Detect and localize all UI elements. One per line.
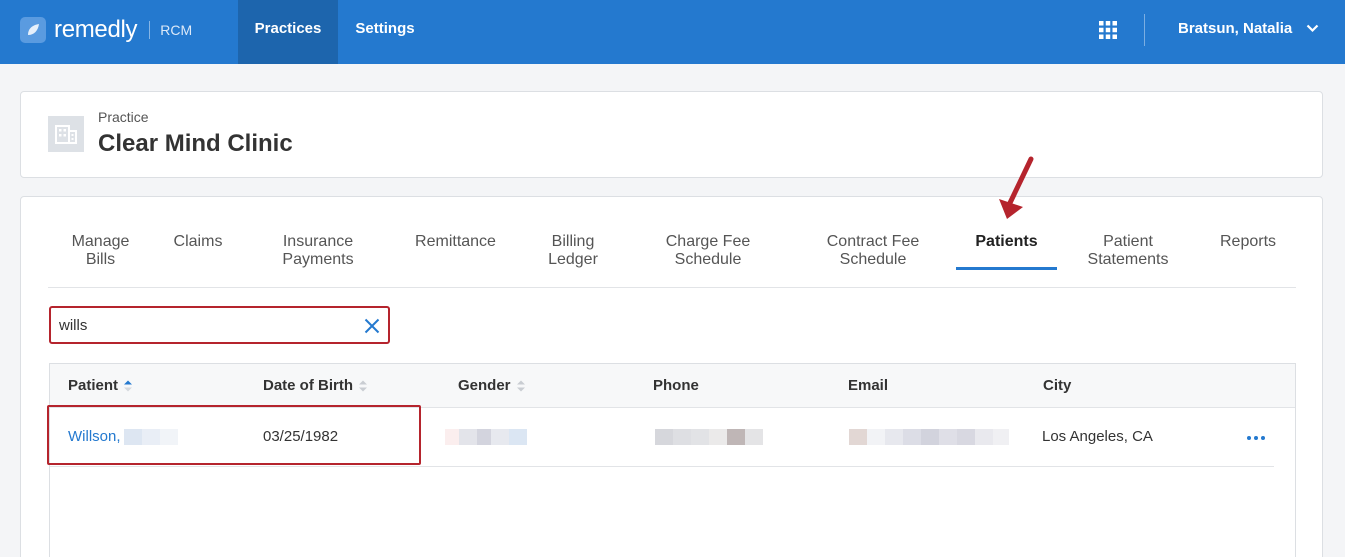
column-header-gender[interactable]: Gender [458,377,526,394]
logo-divider [149,21,151,39]
sort-asc-icon [124,380,133,391]
logo[interactable]: remedly RCM [20,16,192,44]
tab-manage-bills[interactable]: Manage Bills [48,233,153,269]
active-tab-indicator [956,267,1057,270]
practice-header-card: Practice Clear Mind Clinic [20,91,1323,178]
nav-practices[interactable]: Practices [238,0,338,64]
logo-subtitle: RCM [160,22,193,38]
column-header-email: Email [848,377,889,394]
patient-search-input[interactable] [59,315,349,335]
tab-billing-ledger[interactable]: Billing Ledger [538,233,608,269]
patient-name-link[interactable]: Willson, [68,428,121,445]
user-menu[interactable]: Bratsun, Natalia [1178,20,1319,37]
patient-search-box[interactable] [49,306,390,344]
logo-text: remedly [54,16,138,43]
top-navbar: remedly RCM Practices Settings Bratsun, … [0,0,1345,64]
practice-label: Practice [98,109,149,125]
tab-bar: Manage Bills Claims Insurance Payments R… [48,197,1296,288]
sort-icon [516,380,525,391]
user-name: Bratsun, Natalia [1178,20,1293,37]
column-header-patient[interactable]: Patient [68,377,133,394]
column-header-city: City [1043,377,1072,394]
header-divider [1144,14,1145,46]
more-icon[interactable] [1247,436,1265,440]
logo-leaf-icon [20,17,46,43]
patient-dob: 03/25/1982 [263,428,339,445]
sort-icon [359,380,367,391]
column-header-phone: Phone [653,377,699,394]
building-icon [48,116,84,152]
redacted-phone [655,429,763,445]
tab-charge-fee-schedule[interactable]: Charge Fee Schedule [653,233,763,269]
close-icon[interactable] [364,318,380,334]
practice-name: Clear Mind Clinic [98,130,293,157]
patient-city: Los Angeles, CA [1042,428,1153,445]
redacted-first-name [124,429,178,445]
redacted-email [849,429,1009,445]
chevron-down-icon [1306,24,1319,33]
tab-remittance[interactable]: Remittance [408,233,503,251]
patients-table: Patient Date of Birth Gender Phone Email… [49,363,1296,557]
nav-settings[interactable]: Settings [338,0,432,64]
apps-grid-icon[interactable] [1099,21,1117,39]
column-header-dob[interactable]: Date of Birth [263,377,368,394]
tab-reports[interactable]: Reports [1213,233,1283,251]
tab-patient-statements[interactable]: Patient Statements [1078,233,1178,269]
table-row[interactable]: Willson, 03/25/1982 Los Angeles, CA [50,409,1274,467]
practice-content-card: Manage Bills Claims Insurance Payments R… [20,196,1323,557]
table-header: Patient Date of Birth Gender Phone Email… [50,364,1295,408]
annotation-arrow [999,156,1034,219]
tab-contract-fee-schedule[interactable]: Contract Fee Schedule [813,233,933,269]
tab-patients[interactable]: Patients [956,233,1057,251]
redacted-gender [445,429,527,445]
tab-claims[interactable]: Claims [163,233,233,251]
tab-insurance-payments[interactable]: Insurance Payments [273,233,363,269]
